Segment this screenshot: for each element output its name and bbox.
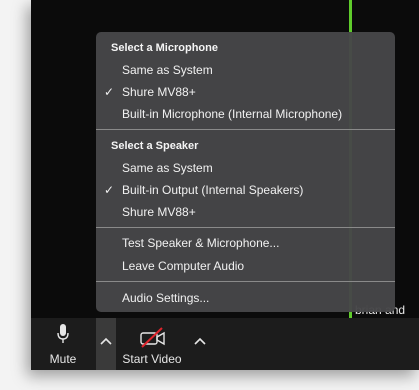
start-video-button[interactable]: Start Video [117,318,187,370]
menu-divider [96,129,395,130]
chevron-up-icon [194,337,206,345]
menu-item-speaker-built-in-output[interactable]: ✓ Built-in Output (Internal Speakers) [96,181,395,201]
menu-divider [96,281,395,282]
speaker-heading: Select a Speaker [111,140,199,152]
microphone-heading: Select a Microphone [111,42,218,54]
menu-divider [96,227,395,228]
menu-item-leave-computer-audio[interactable]: Leave Computer Audio [96,257,395,277]
chevron-up-icon [100,337,112,345]
mute-label: Mute [49,352,77,366]
meeting-toolbar: Mute Start Video [31,318,419,370]
checkmark-icon: ✓ [104,183,115,197]
start-video-label: Start Video [122,352,182,366]
menu-item-speaker-same-as-system[interactable]: ✓ Same as System [96,159,395,179]
menu-item-mic-built-in[interactable]: ✓ Built-in Microphone (Internal Micropho… [96,105,395,125]
audio-options-menu: Select a Microphone ✓ Same as System ✓ S… [96,32,395,312]
menu-item-mic-same-as-system[interactable]: ✓ Same as System [96,61,395,81]
menu-item-test-speaker-mic[interactable]: Test Speaker & Microphone... [96,234,395,254]
microphone-icon [57,324,69,349]
video-options-chevron[interactable] [190,318,210,370]
audio-options-chevron[interactable] [96,318,116,370]
menu-item-audio-settings[interactable]: Audio Settings... [96,289,395,309]
camera-off-icon [140,327,166,352]
menu-item-speaker-shure[interactable]: ✓ Shure MV88+ [96,203,395,223]
mute-button[interactable]: Mute [43,318,83,370]
checkmark-icon: ✓ [104,85,115,99]
menu-item-mic-shure[interactable]: ✓ Shure MV88+ [96,83,395,103]
